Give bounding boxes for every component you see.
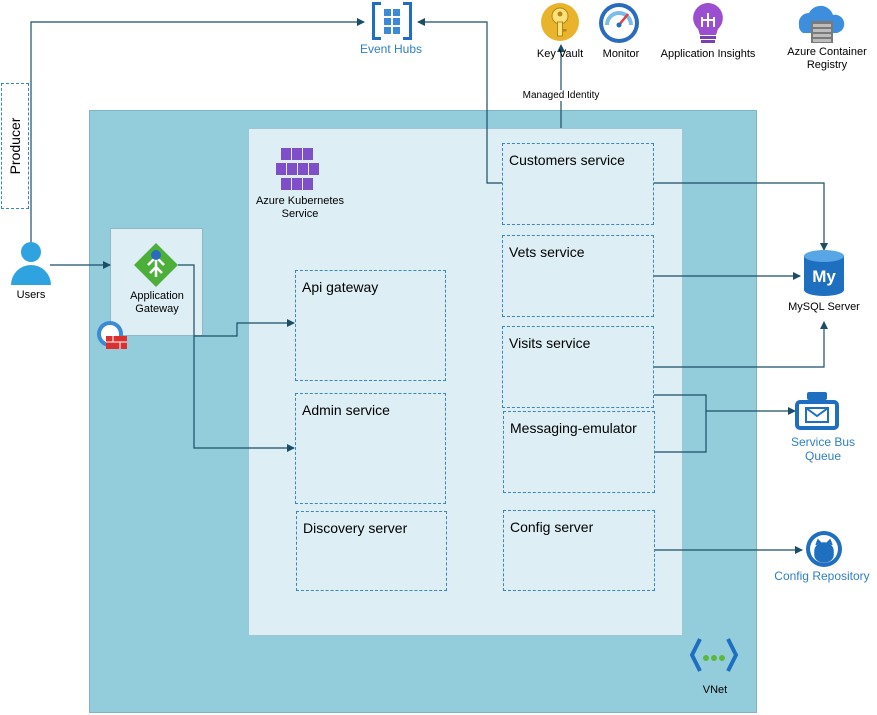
app-gateway-label: Application Gateway xyxy=(130,290,184,315)
mysql-icon: My xyxy=(804,250,844,296)
vnet-label: VNet xyxy=(702,684,728,696)
key-vault-label: Key Vault xyxy=(536,48,584,60)
event-hubs-label: Event Hubs xyxy=(359,42,423,56)
service-bus-label: Service Bus Queue xyxy=(790,435,856,463)
appgw-to-admin-connector xyxy=(193,336,295,452)
key-vault-icon xyxy=(541,3,579,41)
messaging-to-servicebus-connector xyxy=(655,411,707,453)
monitor-label: Monitor xyxy=(602,48,640,60)
aks-label: Azure Kubernetes Service xyxy=(255,195,345,220)
application-insights-icon xyxy=(693,2,723,43)
event-hubs-icon xyxy=(372,2,412,40)
svg-text:My: My xyxy=(812,267,836,286)
visits-to-mysql-connector xyxy=(654,321,828,368)
managed-identity-label: Managed Identity xyxy=(516,90,606,101)
github-icon xyxy=(806,531,842,567)
customers-to-eventhubs-connector xyxy=(417,18,502,184)
container-registry-icon xyxy=(798,5,845,43)
monitor-icon xyxy=(599,3,639,43)
application-gateway-icon xyxy=(134,243,178,287)
users-label: Users xyxy=(16,289,46,301)
app-insights-label: Application Insights xyxy=(660,48,756,60)
firewall-icon xyxy=(97,321,127,349)
config-repo-label: Config Repository xyxy=(774,569,870,583)
vnet-icon xyxy=(689,638,739,672)
customers-to-mysql-connector xyxy=(654,182,828,251)
acr-label: Azure Container Registry xyxy=(787,46,867,71)
visits-to-servicebus-connector xyxy=(654,394,796,415)
diagram-connectors: My xyxy=(11,2,845,672)
mysql-label: MySQL Server xyxy=(788,301,860,313)
service-bus-icon xyxy=(795,392,839,430)
user-icon xyxy=(11,242,51,285)
kubernetes-icon xyxy=(276,148,319,190)
